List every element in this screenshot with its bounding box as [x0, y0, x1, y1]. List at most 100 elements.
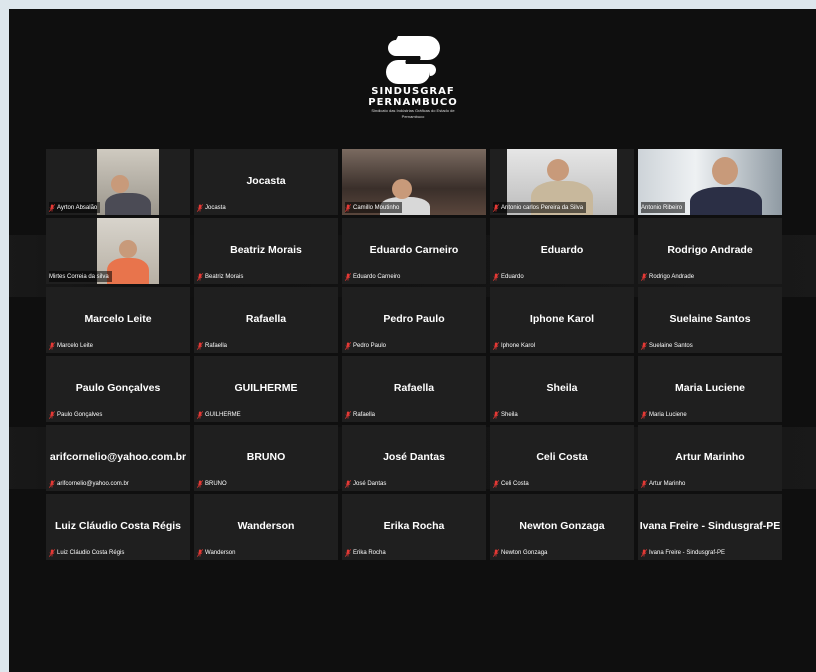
person-head: [712, 157, 738, 185]
participant-label-text: Rafaella: [205, 342, 228, 349]
participant-label-text: Erika Rocha: [353, 549, 386, 556]
participant-tile[interactable]: Ayrton Absalão: [46, 149, 190, 215]
participant-tile[interactable]: Rafaella Rafaella: [194, 287, 338, 353]
participant-name-label: Rafaella: [345, 409, 378, 420]
participant-display-name: Artur Marinho: [675, 451, 745, 463]
participant-name-label: arifcornelio@yahoo.com.br: [49, 478, 132, 489]
participant-tile[interactable]: Erika Rocha Erika Rocha: [342, 494, 486, 560]
participant-name-label: Antonio Ribeiro: [641, 202, 686, 213]
participant-tile[interactable]: Mirtes Correia da silva: [46, 218, 190, 284]
participant-name-label: Maria Luciene: [641, 409, 690, 420]
muted-mic-icon: [493, 410, 499, 419]
participant-display-name: Marcelo Leite: [84, 313, 152, 325]
participant-tile[interactable]: Eduardo Eduardo: [490, 218, 634, 284]
participant-tile[interactable]: Rodrigo Andrade Rodrigo Andrade: [638, 218, 782, 284]
participant-name-label: Celi Costa: [493, 478, 532, 489]
participant-tile[interactable]: Artur Marinho Artur Marinho: [638, 425, 782, 491]
participant-label-text: Ayrton Absalão: [57, 204, 98, 211]
participant-tile[interactable]: Antonio Ribeiro: [638, 149, 782, 215]
participant-name-label: Iphone Karol: [493, 340, 538, 351]
participant-label-text: Maria Luciene: [649, 411, 687, 418]
participant-display-name: Jocasta: [246, 175, 286, 187]
participant-tile[interactable]: GUILHERME GUILHERME: [194, 356, 338, 422]
muted-mic-icon: [345, 272, 351, 281]
participant-display-name: Sheila: [546, 382, 578, 394]
participant-tile[interactable]: Newton Gonzaga Newton Gonzaga: [490, 494, 634, 560]
participant-display-name: Pedro Paulo: [383, 313, 445, 325]
participant-tile[interactable]: Eduardo Carneiro Eduardo Carneiro: [342, 218, 486, 284]
participant-name-label: José Dantas: [345, 478, 389, 489]
person-silhouette: [690, 187, 762, 215]
participant-label-text: Paulo Gonçalves: [57, 411, 103, 418]
participant-tile[interactable]: Ivana Freire - Sindusgraf-PE Ivana Freire…: [638, 494, 782, 560]
participant-display-name: Beatriz Morais: [230, 244, 302, 256]
participant-label-text: Antonio carlos Pereira da Silva: [501, 204, 584, 211]
participant-label-text: Suelaine Santos: [649, 342, 693, 349]
participant-tile[interactable]: Celi Costa Celi Costa: [490, 425, 634, 491]
participant-tile[interactable]: Marcelo Leite Marcelo Leite: [46, 287, 190, 353]
participant-label-text: José Dantas: [353, 480, 387, 487]
participant-tile[interactable]: José Dantas José Dantas: [342, 425, 486, 491]
muted-mic-icon: [345, 548, 351, 557]
participant-tile[interactable]: arifcornelio@yahoo.com.br arifcornelio@ya…: [46, 425, 190, 491]
muted-mic-icon: [493, 341, 499, 350]
participant-label-text: GUILHERME: [205, 411, 241, 418]
participant-display-name: Rodrigo Andrade: [667, 244, 753, 256]
logo-tagline: Sindicato das Indústrias Gráficas do Est…: [371, 108, 455, 119]
participant-display-name: Celi Costa: [536, 451, 588, 463]
participant-tile[interactable]: Pedro Paulo Pedro Paulo: [342, 287, 486, 353]
participant-tile[interactable]: Luiz Cláudio Costa Régis Luiz Cláudio Cos…: [46, 494, 190, 560]
participant-display-name: Eduardo: [540, 244, 584, 256]
participant-tile[interactable]: Paulo Gonçalves Paulo Gonçalves: [46, 356, 190, 422]
participant-grid: Ayrton Absalão Jocasta Jocasta Camillo Mout…: [46, 149, 782, 560]
participant-tile[interactable]: Iphone Karol Iphone Karol: [490, 287, 634, 353]
participant-label-text: Newton Gonzaga: [501, 549, 548, 556]
participant-video: [97, 149, 159, 215]
participant-tile[interactable]: Antonio carlos Pereira da Silva: [490, 149, 634, 215]
logo-name-line2: PERNAMBUCO: [368, 97, 458, 108]
participant-tile[interactable]: Suelaine Santos Suelaine Santos: [638, 287, 782, 353]
participant-label-text: Celi Costa: [501, 480, 529, 487]
muted-mic-icon: [493, 479, 499, 488]
participant-tile[interactable]: Sheila Sheila: [490, 356, 634, 422]
muted-mic-icon: [345, 203, 351, 212]
participant-name-label: Camillo Moutinho: [345, 202, 403, 213]
participant-display-name: Iphone Karol: [529, 313, 595, 325]
muted-mic-icon: [493, 203, 499, 212]
participant-display-name: Rafaella: [393, 382, 435, 394]
participant-label-text: Antonio Ribeiro: [641, 204, 683, 211]
muted-mic-icon: [345, 341, 351, 350]
participant-display-name: Wanderson: [237, 520, 295, 532]
participant-name-label: Ayrton Absalão: [49, 202, 101, 213]
muted-mic-icon: [197, 341, 203, 350]
participant-label-text: Marcelo Leite: [57, 342, 94, 349]
participant-tile[interactable]: Jocasta Jocasta: [194, 149, 338, 215]
participant-display-name: Rafaella: [245, 313, 287, 325]
participant-label-text: Rodrigo Andrade: [649, 273, 695, 280]
muted-mic-icon: [49, 479, 55, 488]
participant-label-text: Jocasta: [205, 204, 226, 211]
participant-tile[interactable]: Camillo Moutinho: [342, 149, 486, 215]
muted-mic-icon: [49, 203, 55, 212]
participant-display-name: Newton Gonzaga: [519, 520, 605, 532]
participant-tile[interactable]: Wanderson Wanderson: [194, 494, 338, 560]
participant-name-label: Antonio carlos Pereira da Silva: [493, 202, 587, 213]
participant-name-label: Jocasta: [197, 202, 229, 213]
participant-tile[interactable]: Beatriz Morais Beatriz Morais: [194, 218, 338, 284]
muted-mic-icon: [493, 548, 499, 557]
participant-tile[interactable]: Rafaella Rafaella: [342, 356, 486, 422]
muted-mic-icon: [345, 410, 351, 419]
participant-name-label: Beatriz Morais: [197, 271, 246, 282]
participant-tile[interactable]: Maria Luciene Maria Luciene: [638, 356, 782, 422]
sindusgraf-logo: SINDUSGRAF PERNAMBUCO Sindicato das Indú…: [365, 34, 461, 126]
person-head: [119, 240, 137, 258]
participant-name-label: Ivana Freire - Sindusgraf-PE: [641, 547, 728, 558]
participant-label-text: Sheila: [501, 411, 518, 418]
muted-mic-icon: [345, 479, 351, 488]
participant-tile[interactable]: BRUNO BRUNO: [194, 425, 338, 491]
participant-display-name: Suelaine Santos: [669, 313, 751, 325]
participant-label-text: Rafaella: [353, 411, 376, 418]
participant-name-label: Eduardo Carneiro: [345, 271, 403, 282]
participant-label-text: Wanderson: [205, 549, 236, 556]
muted-mic-icon: [641, 479, 647, 488]
